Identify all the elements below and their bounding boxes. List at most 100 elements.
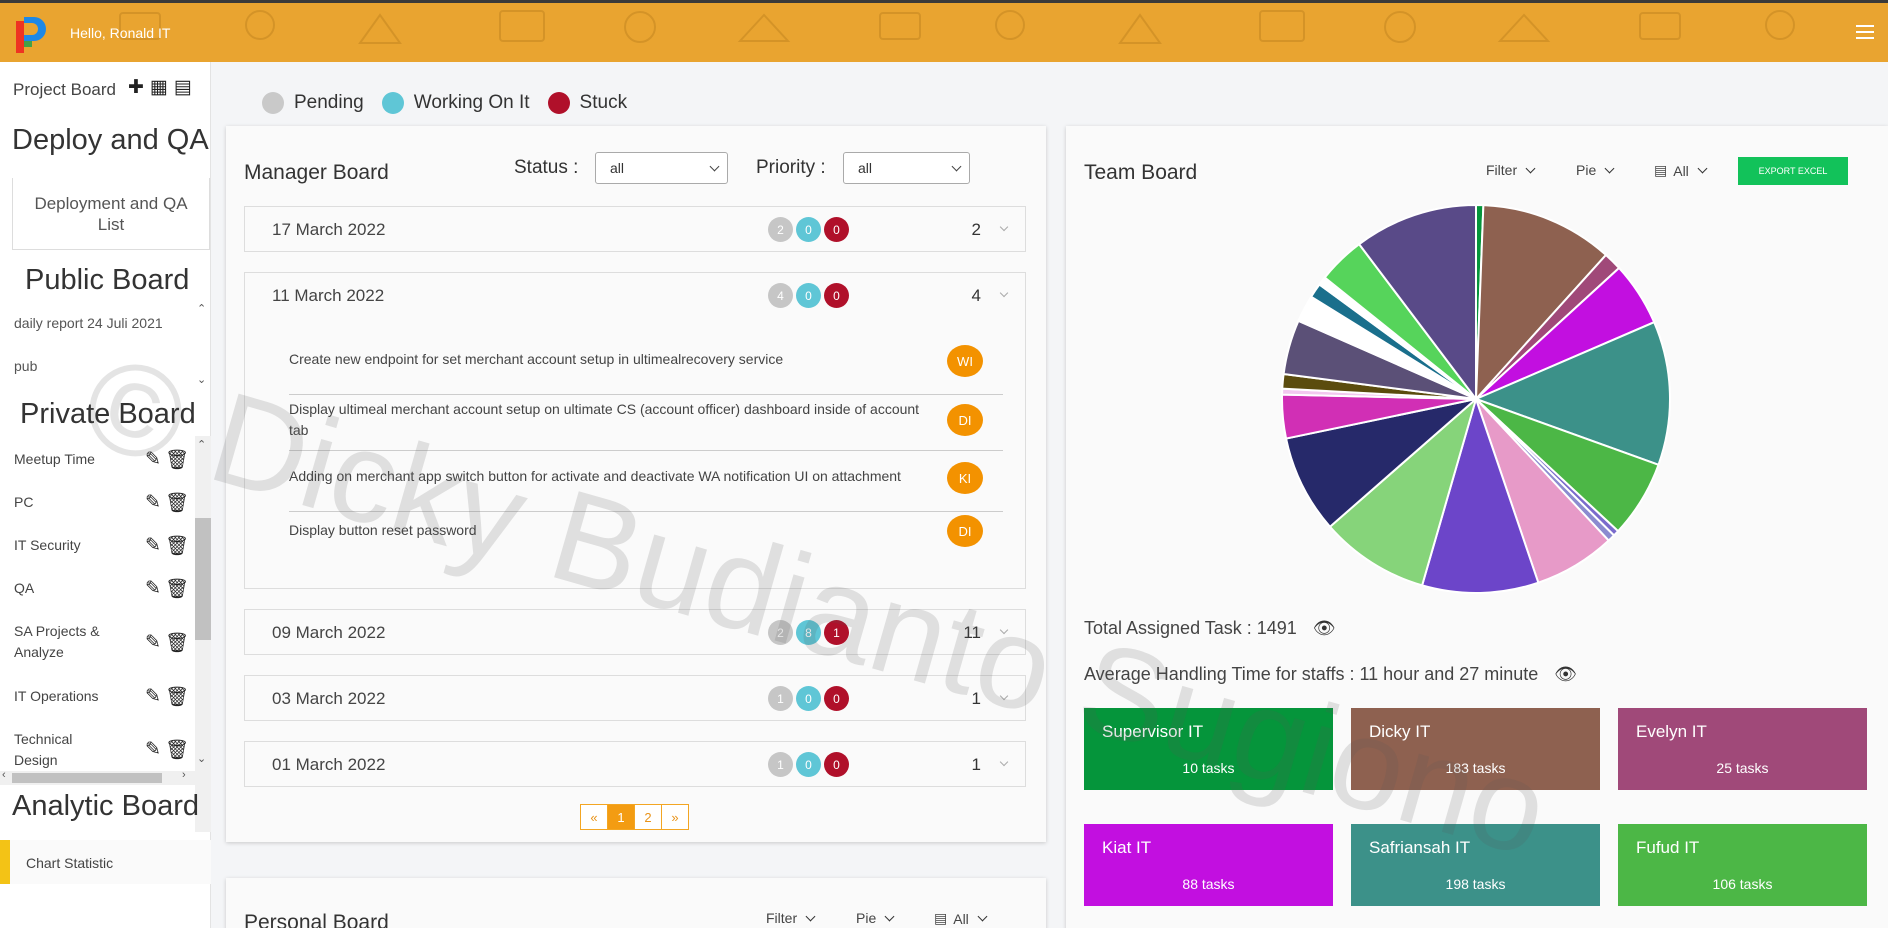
scroll-up-icon[interactable]: ⌃	[197, 302, 206, 315]
status-legend: Pending Working On It Stuck	[262, 92, 645, 114]
chevron-down-icon	[884, 911, 895, 921]
staff-tile[interactable]: Evelyn IT 25 tasks	[1618, 708, 1867, 790]
working-count: 0	[796, 217, 821, 242]
staff-tasks: 88 tasks	[1182, 876, 1235, 892]
deployment-qa-list-item[interactable]: Deployment and QA List	[12, 178, 210, 250]
edit-icon[interactable]: ✎	[145, 577, 161, 601]
public-item[interactable]: daily report 24 Juli 2021	[14, 315, 163, 331]
page-prev-button[interactable]: «	[580, 804, 608, 830]
private-item[interactable]: IT Security	[14, 535, 114, 556]
personal-filter-dropdown[interactable]: Filter	[766, 910, 816, 926]
chevron-down-icon	[977, 911, 988, 922]
edit-icon[interactable]: ✎	[145, 534, 161, 558]
assignee-avatar[interactable]: KI	[947, 462, 983, 494]
status-select[interactable]: all	[595, 152, 728, 184]
personal-range-dropdown[interactable]: ▤ All	[934, 910, 988, 927]
page-next-button[interactable]: »	[661, 804, 689, 830]
team-range-dropdown[interactable]: ▤ All	[1654, 162, 1708, 179]
trash-icon[interactable]: 🗑	[165, 577, 189, 601]
chevron-down-icon[interactable]	[999, 757, 1009, 767]
priority-select[interactable]: all	[843, 152, 970, 184]
chevron-up-icon[interactable]	[999, 288, 1009, 298]
calendar-icon: ▤	[934, 910, 948, 926]
status-label: Status :	[514, 157, 579, 178]
scroll-right-icon[interactable]: ›	[182, 769, 186, 781]
pending-count: 2	[768, 217, 793, 242]
date-row[interactable]: 17 March 2022 200 2	[244, 206, 1026, 252]
pending-count: 1	[768, 686, 793, 711]
eye-icon[interactable]: 👁	[1313, 618, 1336, 639]
pending-dot	[262, 92, 284, 114]
pending-count: 4	[768, 283, 793, 308]
task-item[interactable]: Create new endpoint for set merchant acc…	[289, 349, 1003, 395]
staff-name: Evelyn IT	[1636, 722, 1707, 741]
staff-name: Fufud IT	[1636, 838, 1700, 857]
manager-board-title: Manager Board	[244, 161, 389, 184]
pagination: « 1 2 »	[580, 804, 689, 830]
priority-label: Priority :	[756, 157, 826, 178]
staff-tile[interactable]: Kiat IT 88 tasks	[1084, 824, 1333, 906]
chevron-down-icon	[1697, 163, 1708, 174]
assignee-avatar[interactable]: WI	[947, 345, 983, 377]
staff-name: Kiat IT	[1102, 838, 1152, 857]
stuck-count: 0	[824, 283, 849, 308]
board-icon[interactable]: ▦	[150, 78, 168, 98]
filter-label: Filter	[766, 910, 798, 926]
range-label: All	[953, 910, 969, 927]
project-board-label: Project Board	[13, 80, 116, 99]
app-logo-icon[interactable]	[14, 13, 50, 55]
total-count: 2	[971, 220, 981, 239]
staff-tile[interactable]: Fufud IT 106 tasks	[1618, 824, 1867, 906]
filter-label: Filter	[1486, 162, 1518, 178]
add-icon[interactable]: ✚	[128, 78, 144, 98]
chart-statistic-item[interactable]: Chart Statistic	[0, 840, 211, 884]
date-label: 03 March 2022	[272, 689, 386, 708]
personal-board-title: Personal Board	[244, 911, 389, 928]
deploy-qa-title: Deploy and QA	[12, 124, 209, 156]
private-item[interactable]: IT Operations	[14, 686, 114, 707]
page-2-button[interactable]: 2	[634, 804, 662, 830]
team-filter-dropdown[interactable]: Filter	[1486, 162, 1536, 178]
private-item[interactable]: QA	[14, 578, 114, 599]
legend-working: Working On It	[413, 92, 530, 113]
personal-chart-dropdown[interactable]: Pie	[856, 910, 895, 926]
trash-icon[interactable]: 🗑	[165, 631, 189, 655]
scroll-down-icon[interactable]: ⌄	[197, 752, 206, 765]
assignee-avatar[interactable]: DI	[947, 404, 983, 436]
edit-icon[interactable]: ✎	[145, 685, 161, 709]
assignee-avatar[interactable]: DI	[947, 515, 983, 547]
analytic-board-title: Analytic Board	[12, 790, 199, 822]
chart-type-label: Pie	[1576, 162, 1597, 178]
export-excel-button[interactable]: EXPORT EXCEL	[1738, 157, 1848, 185]
stuck-dot	[547, 92, 570, 114]
calendar-icon[interactable]: ▤	[174, 78, 192, 98]
edit-icon[interactable]: ✎	[145, 631, 161, 655]
scroll-left-icon[interactable]: ‹	[2, 769, 6, 781]
private-item[interactable]: PC	[14, 492, 114, 513]
pending-count: 1	[768, 752, 793, 777]
greeting-text: Hello, Ronald IT	[70, 25, 171, 41]
team-chart-dropdown[interactable]: Pie	[1576, 162, 1615, 178]
stuck-count: 0	[824, 217, 849, 242]
edit-icon[interactable]: ✎	[145, 738, 161, 762]
public-item[interactable]: pub	[14, 358, 37, 374]
range-label: All	[1673, 162, 1689, 179]
date-row[interactable]: 01 March 2022 100 1	[244, 741, 1026, 787]
background-pattern	[119, 10, 1795, 44]
eye-icon[interactable]: 👁	[1554, 664, 1577, 685]
trash-icon[interactable]: 🗑	[165, 685, 189, 709]
private-item[interactable]: Technical Design	[14, 729, 114, 771]
horizontal-scrollbar[interactable]	[0, 771, 195, 785]
date-label: 01 March 2022	[272, 755, 386, 774]
staff-tasks: 25 tasks	[1716, 760, 1769, 776]
hamburger-menu-icon[interactable]	[1856, 25, 1874, 39]
trash-icon[interactable]: 🗑	[165, 534, 189, 558]
trash-icon[interactable]: 🗑	[165, 738, 189, 762]
date-label[interactable]: 11 March 2022	[272, 286, 384, 306]
working-count: 0	[796, 752, 821, 777]
private-item[interactable]: SA Projects & Analyze	[14, 621, 114, 663]
chevron-down-icon[interactable]	[999, 222, 1009, 232]
chevron-down-icon	[1604, 163, 1615, 173]
staff-tasks: 198 tasks	[1445, 876, 1506, 892]
page-1-button[interactable]: 1	[607, 804, 635, 830]
